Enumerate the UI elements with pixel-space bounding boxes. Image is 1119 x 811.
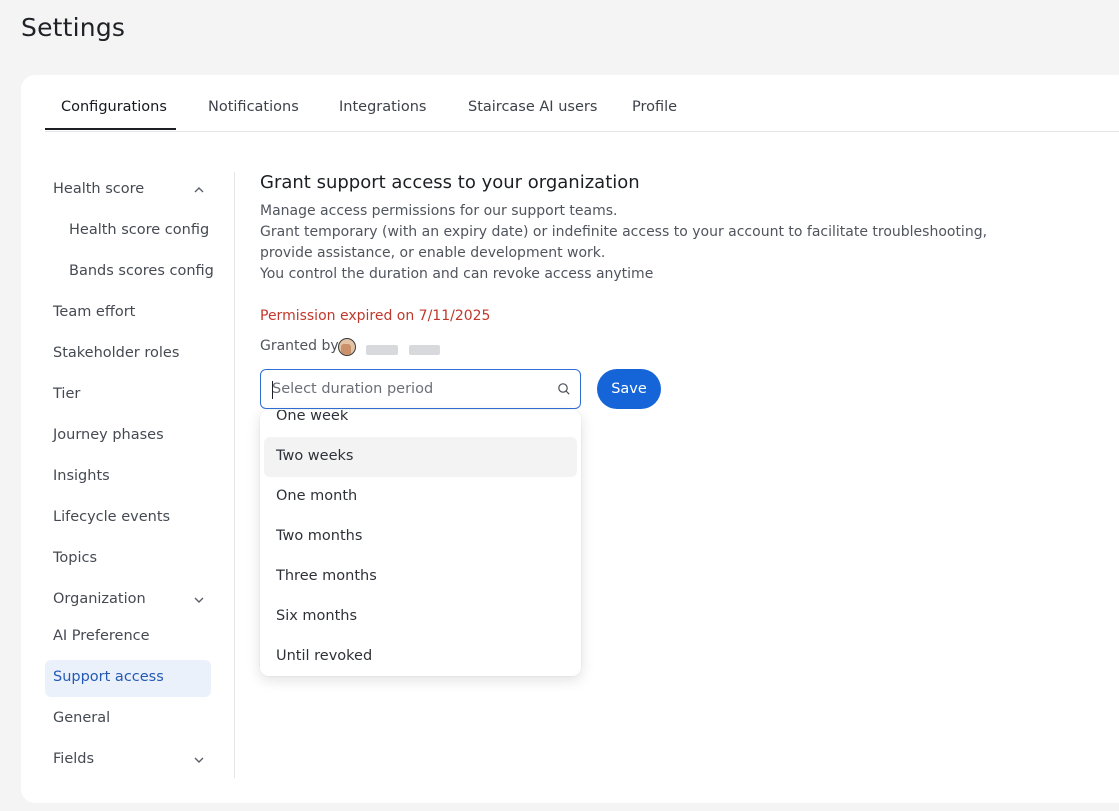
option-three-months[interactable]: Three months — [264, 557, 577, 597]
sidebar-item-label: General — [53, 710, 111, 726]
sidebar-item-topics[interactable]: Topics — [45, 541, 211, 578]
active-tab-underline — [45, 128, 176, 130]
sidebar-item-label: Stakeholder roles — [53, 345, 180, 361]
sidebar-item-label: Team effort — [53, 304, 136, 320]
description-line: Manage access permissions for our suppor… — [260, 203, 618, 219]
sidebar-item-label: Lifecycle events — [53, 509, 171, 525]
sidebar-item-journey-phases[interactable]: Journey phases — [45, 418, 211, 455]
sidebar-item-health-score[interactable]: Health score — [45, 172, 211, 209]
sidebar-item-general[interactable]: General — [45, 701, 211, 738]
text-caret — [272, 381, 273, 399]
option-label: Two months — [276, 528, 363, 544]
chevron-down-icon — [194, 597, 204, 603]
sidebar-item-fields[interactable]: Fields — [45, 742, 211, 779]
tab-bar: Configurations Notifications Integration… — [45, 75, 1119, 132]
sidebar-item-label: Bands scores config — [69, 263, 214, 279]
option-one-week[interactable]: One week — [264, 410, 577, 437]
duration-select[interactable] — [260, 369, 581, 409]
sidebar-item-support-access[interactable]: Support access — [45, 660, 211, 697]
sidebar-item-label: Health score config — [69, 222, 210, 238]
section-title: Grant support access to your organizatio… — [260, 172, 640, 193]
option-two-months[interactable]: Two months — [264, 517, 577, 557]
avatar — [338, 338, 356, 356]
sidebar-item-label: Organization — [53, 591, 146, 607]
sidebar-item-organization[interactable]: Organization — [45, 582, 211, 619]
search-icon — [558, 383, 570, 395]
sidebar-item-ai-preference[interactable]: AI Preference — [45, 619, 211, 656]
page-title: Settings — [21, 13, 126, 42]
option-until-revoked[interactable]: Until revoked — [264, 637, 577, 676]
sidebar-item-insights[interactable]: Insights — [45, 459, 211, 496]
option-label: Two weeks — [276, 448, 354, 464]
redacted-name-last — [409, 345, 440, 355]
sidebar-item-label: Journey phases — [53, 427, 164, 443]
option-label: Until revoked — [276, 648, 373, 664]
sidebar-item-bands-scores-config[interactable]: Bands scores config — [45, 254, 214, 291]
option-one-month[interactable]: One month — [264, 477, 577, 517]
settings-card: Configurations Notifications Integration… — [21, 75, 1119, 803]
save-button[interactable]: Save — [597, 369, 661, 409]
sidebar-item-label: Health score — [53, 181, 145, 197]
sidebar-item-lifecycle-events[interactable]: Lifecycle events — [45, 500, 211, 537]
description-line: Grant temporary (with an expiry date) or… — [260, 224, 988, 261]
sidebar-item-stakeholder-roles[interactable]: Stakeholder roles — [45, 336, 211, 373]
option-label: Three months — [276, 568, 377, 584]
option-label: One week — [276, 410, 349, 424]
option-six-months[interactable]: Six months — [264, 597, 577, 637]
chevron-up-icon — [194, 187, 204, 193]
sidebar-item-label: Tier — [53, 386, 81, 402]
sidebar-item-label: Fields — [53, 751, 95, 767]
tab-staircase-ai-users[interactable]: Staircase AI users — [468, 99, 597, 115]
sidebar-item-tier[interactable]: Tier — [45, 377, 211, 414]
tab-configurations[interactable]: Configurations — [61, 99, 167, 115]
option-label: One month — [276, 488, 358, 504]
sidebar-item-label: AI Preference — [53, 628, 150, 644]
tab-notifications[interactable]: Notifications — [208, 99, 299, 115]
option-two-weeks[interactable]: Two weeks — [264, 437, 577, 477]
chevron-down-icon — [194, 757, 204, 763]
sidebar-item-health-score-config[interactable]: Health score config — [45, 213, 211, 250]
duration-search-input[interactable] — [272, 379, 542, 399]
option-label: Six months — [276, 608, 358, 624]
sidebar-item-label: Support access — [53, 669, 164, 685]
tab-profile[interactable]: Profile — [632, 99, 677, 115]
granted-by-label: Granted by — [260, 338, 339, 354]
duration-dropdown: One week Two weeks One month Two months … — [260, 410, 581, 676]
sidebar-item-label: Insights — [53, 468, 110, 484]
sidebar-item-label: Topics — [53, 550, 98, 566]
sidebar-item-team-effort[interactable]: Team effort — [45, 295, 211, 332]
redacted-name-first — [366, 345, 398, 355]
permission-expired-text: Permission expired on 7/11/2025 — [260, 308, 491, 324]
sidebar-divider — [234, 172, 235, 778]
tab-integrations[interactable]: Integrations — [339, 99, 426, 115]
description-line: You control the duration and can revoke … — [260, 266, 654, 282]
section-description: Manage access permissions for our suppor… — [260, 201, 1040, 285]
